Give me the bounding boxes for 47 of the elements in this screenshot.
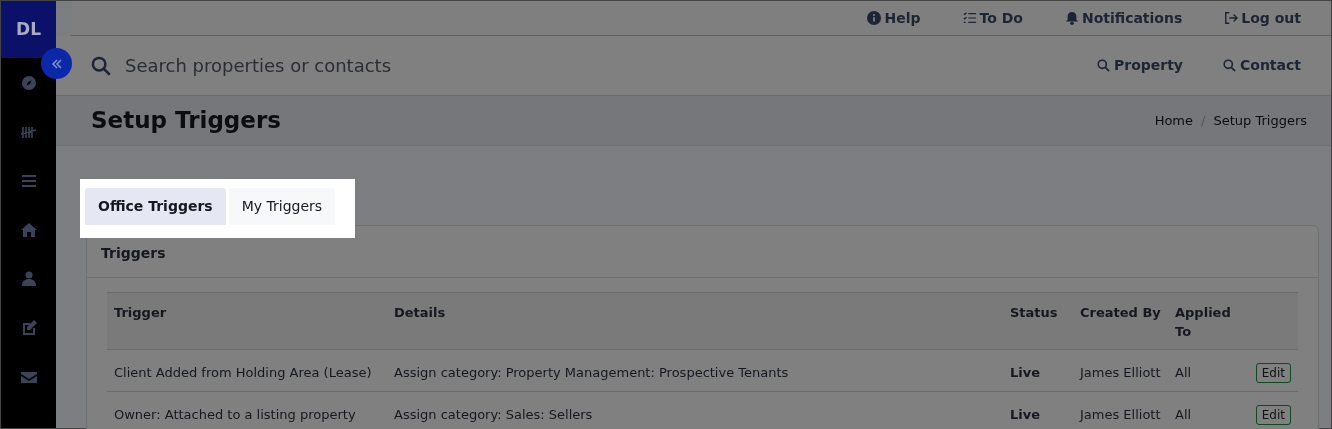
avatar[interactable]: DL: [1, 1, 56, 58]
search-icon: [1223, 59, 1236, 72]
table-cell: James Elliott: [1073, 391, 1168, 429]
table-cell: Live: [1003, 391, 1073, 429]
page-title: Setup Triggers: [91, 106, 281, 135]
search-button[interactable]: Contact: [1223, 55, 1301, 76]
breadcrumb-separator: /: [1201, 111, 1206, 130]
column-header: Applied To: [1168, 292, 1238, 350]
table-cell: Assign category: Sales: Sellers: [387, 391, 1003, 429]
table-cell: James Elliott: [1073, 349, 1168, 392]
nav-link[interactable]: Notifications: [1064, 7, 1183, 29]
table-cell: All: [1168, 391, 1238, 429]
table-cell: All: [1168, 349, 1238, 392]
breadcrumb-link[interactable]: Home: [1154, 110, 1194, 131]
compass-icon[interactable]: [20, 75, 37, 91]
tally-icon[interactable]: [20, 124, 37, 140]
chevrons-left-icon: [50, 57, 63, 70]
search-icon: [91, 55, 111, 76]
table-cell: Assign category: Property Management: Prospective Tenants: [387, 349, 1003, 392]
column-header: Status: [1003, 292, 1073, 350]
card-title: Triggers: [87, 226, 1318, 278]
nav-link[interactable]: Help: [867, 7, 921, 29]
tab[interactable]: Office Triggers: [85, 188, 226, 225]
edit-button[interactable]: Edit: [1255, 405, 1291, 425]
search-field[interactable]: Search properties or contacts: [123, 51, 1057, 80]
edit-icon[interactable]: [20, 320, 37, 336]
table-cell: Client Added from Holding Area (Lease): [107, 349, 387, 392]
table-cell: Owner: Attached to a listing property: [107, 391, 387, 429]
tab[interactable]: My Triggers: [228, 188, 336, 225]
checklist-icon: [962, 11, 977, 25]
logout-icon: [1224, 11, 1239, 25]
nav-link[interactable]: To Do: [962, 7, 1023, 29]
breadcrumb-current: Setup Triggers: [1213, 111, 1307, 130]
home-icon[interactable]: [20, 222, 37, 238]
table-cell: Live: [1003, 349, 1073, 392]
edit-button[interactable]: Edit: [1255, 363, 1291, 383]
info-icon: [867, 11, 882, 25]
search-icon: [1096, 59, 1110, 72]
column-header: Details: [387, 292, 1003, 350]
person-icon[interactable]: [20, 271, 37, 287]
column-header: Created By: [1073, 292, 1168, 350]
search-button[interactable]: Property: [1096, 55, 1183, 76]
envelope-icon[interactable]: [20, 369, 37, 385]
menu-icon[interactable]: [20, 173, 37, 189]
bell-icon: [1064, 11, 1079, 25]
column-header: Trigger: [107, 292, 387, 350]
nav-link[interactable]: Log out: [1224, 7, 1301, 29]
